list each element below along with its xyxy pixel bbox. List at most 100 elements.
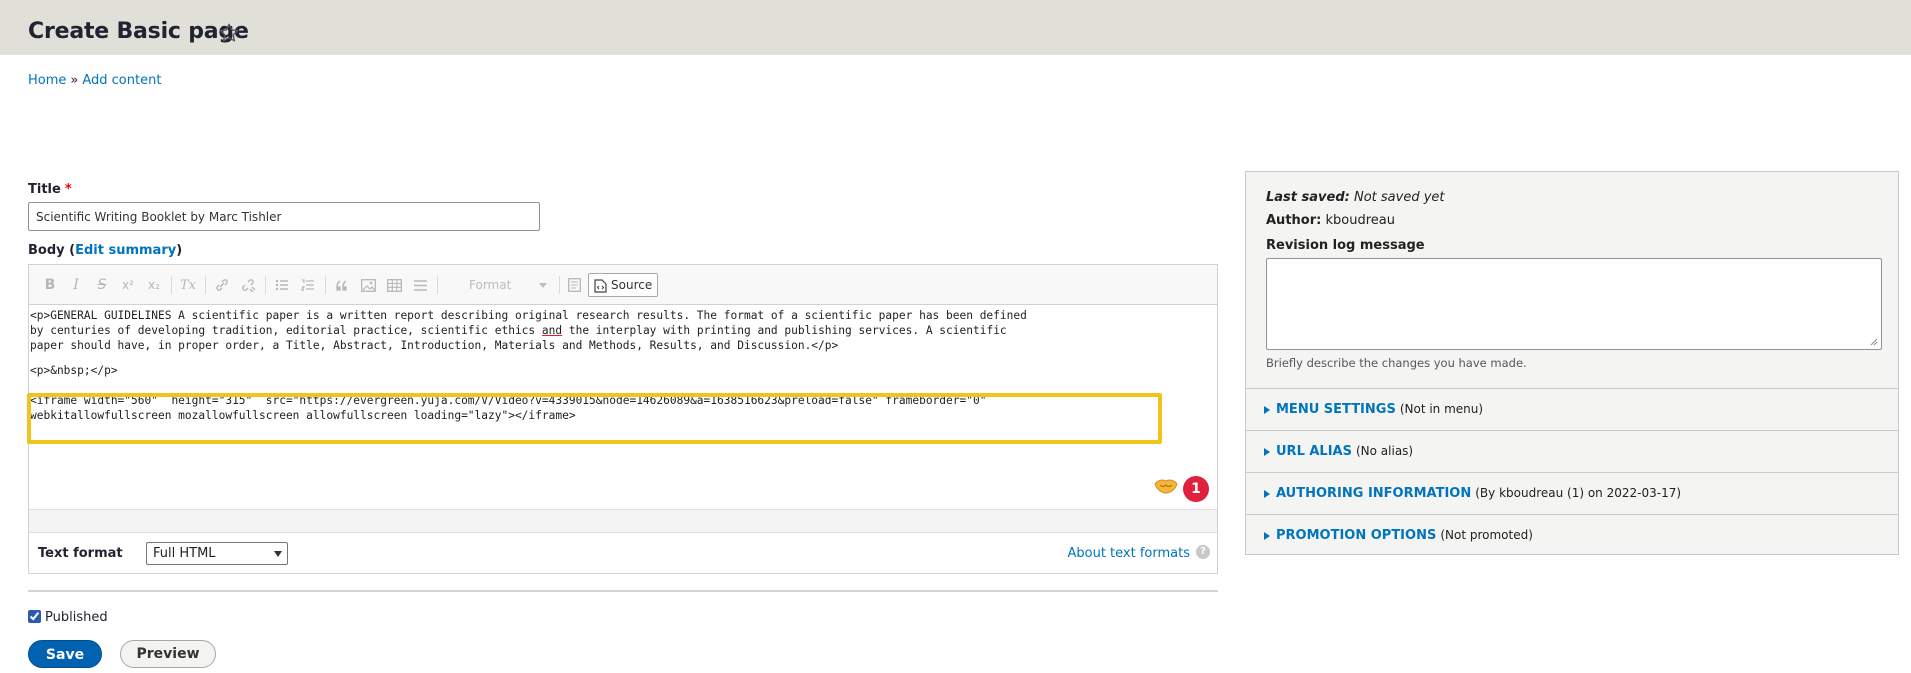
details-summary: (Not promoted) (1440, 528, 1533, 542)
revision-log-label: Revision log message (1266, 238, 1425, 253)
chevron-down-icon (539, 283, 547, 288)
unlink-button[interactable] (237, 274, 259, 296)
required-marker: * (64, 182, 72, 197)
revision-log-textarea[interactable] (1266, 258, 1882, 350)
edit-summary-link[interactable]: Edit summary (75, 243, 176, 258)
format-dropdown[interactable]: Format (461, 274, 553, 296)
spelling-error-word[interactable]: and (542, 324, 562, 337)
details-summary: (Not in menu) (1399, 402, 1484, 416)
notification-badge[interactable]: 1 (1183, 476, 1209, 502)
about-text-formats-link[interactable]: About text formats (1067, 546, 1190, 561)
quote-icon (336, 280, 347, 291)
details-summary: (No alias) (1355, 444, 1414, 458)
numbered-list-button[interactable] (297, 274, 319, 296)
triangle-right-icon (1264, 532, 1270, 540)
details-title-text: URL ALIAS (1276, 444, 1352, 459)
details-title-text: AUTHORING INFORMATION (1276, 486, 1472, 501)
body-label-end: ) (176, 243, 183, 258)
star-icon[interactable] (218, 22, 240, 44)
blockquote-button[interactable] (331, 274, 353, 296)
text-format-selected: Full HTML (153, 546, 216, 561)
author-value: kboudreau (1325, 213, 1395, 228)
last-saved-value: Not saved yet (1353, 190, 1445, 205)
details-menu-settings[interactable]: MENU SETTINGS (Not in menu) (1246, 388, 1898, 430)
details-promotion-options[interactable]: PROMOTION OPTIONS (Not promoted) (1246, 514, 1898, 556)
table-button[interactable] (383, 274, 405, 296)
resize-handle-icon[interactable] (1870, 338, 1878, 346)
bold-button[interactable]: B (39, 274, 61, 296)
link-button[interactable] (211, 274, 233, 296)
image-icon (360, 278, 376, 292)
details-url-alias[interactable]: URL ALIAS (No alias) (1246, 430, 1898, 472)
toolbar-separator (171, 276, 172, 294)
toolbar-separator (265, 276, 266, 294)
editor-toolbar: B I S x² x₂ Tx Format Source (29, 265, 1217, 305)
link-icon (216, 279, 228, 291)
title-label: Title * (28, 182, 72, 197)
highlight-box (27, 393, 1162, 444)
grammarly-icon[interactable] (1153, 476, 1179, 496)
text-format-row: Text format Full HTML About text formats… (28, 532, 1218, 574)
save-button[interactable]: Save (28, 640, 102, 668)
author-label: Author: (1266, 213, 1322, 228)
published-checkbox[interactable] (28, 610, 41, 623)
details-title: MENU SETTINGS (Not in menu) (1276, 402, 1483, 417)
code-text: by centuries of developing tradition, ed… (30, 324, 542, 337)
author: Author: kboudreau (1266, 213, 1395, 228)
code-text: the interplay with printing and publishi… (562, 324, 1007, 337)
details-title-text: MENU SETTINGS (1276, 402, 1396, 417)
bulleted-list-button[interactable] (271, 274, 293, 296)
body-label-text: Body ( (28, 243, 76, 258)
details-title: URL ALIAS (No alias) (1276, 444, 1413, 459)
details-title: AUTHORING INFORMATION (By kboudreau (1) o… (1276, 486, 1681, 501)
source-button[interactable]: Source (588, 273, 658, 297)
code-line: <p>GENERAL GUIDELINES A scientific paper… (30, 309, 1027, 322)
text-format-label: Text format (38, 546, 123, 561)
details-authoring-information[interactable]: AUTHORING INFORMATION (By kboudreau (1) o… (1246, 472, 1898, 514)
breadcrumb: Home » Add content (28, 73, 161, 88)
text-format-select[interactable]: Full HTML (146, 542, 288, 565)
image-button[interactable] (357, 274, 379, 296)
triangle-right-icon (1264, 448, 1270, 456)
details-title: PROMOTION OPTIONS (Not promoted) (1276, 528, 1533, 543)
chevron-down-icon (274, 551, 282, 557)
published-field: Published (28, 610, 108, 625)
subscript-button[interactable]: x₂ (143, 274, 165, 296)
italic-button[interactable]: I (65, 274, 87, 296)
triangle-right-icon (1264, 406, 1270, 414)
title-input[interactable] (28, 202, 540, 231)
breadcrumb-separator: » (70, 73, 79, 88)
toolbar-separator (325, 276, 326, 294)
toolbar-separator (437, 276, 438, 294)
table-icon (386, 278, 402, 292)
code-line: by centuries of developing tradition, ed… (30, 323, 1007, 338)
preview-button[interactable]: Preview (120, 640, 216, 668)
source-icon (594, 279, 607, 293)
template-button[interactable] (563, 274, 585, 296)
body-label: Body (Edit summary) (28, 243, 182, 258)
code-line: <p>&nbsp;</p> (30, 364, 118, 377)
code-line: paper should have, in proper order, a Ti… (30, 339, 839, 352)
document-icon (567, 278, 581, 292)
unlink-icon (242, 279, 255, 292)
superscript-button[interactable]: x² (117, 274, 139, 296)
numbered-list-icon (301, 279, 314, 291)
published-label: Published (45, 610, 108, 625)
details-summary: (By kboudreau (1) on 2022-03-17) (1475, 486, 1682, 500)
page-header: Create Basic page (0, 0, 1911, 55)
title-label-text: Title (28, 182, 61, 197)
divider (28, 590, 1218, 592)
breadcrumb-home-link[interactable]: Home (28, 73, 66, 88)
help-icon[interactable]: ? (1196, 545, 1210, 559)
horizontal-line-icon (413, 279, 427, 291)
strikethrough-button[interactable]: S (91, 274, 113, 296)
toolbar-separator (559, 276, 560, 294)
format-dropdown-label: Format (469, 278, 512, 292)
page-title: Create Basic page (28, 19, 249, 44)
details-title-text: PROMOTION OPTIONS (1276, 528, 1437, 543)
breadcrumb-add-content-link[interactable]: Add content (82, 73, 161, 88)
editor-status-bar (29, 509, 1217, 533)
last-saved: Last saved: Not saved yet (1266, 190, 1445, 205)
remove-format-button[interactable]: Tx (177, 274, 199, 296)
horizontal-line-button[interactable] (409, 274, 431, 296)
